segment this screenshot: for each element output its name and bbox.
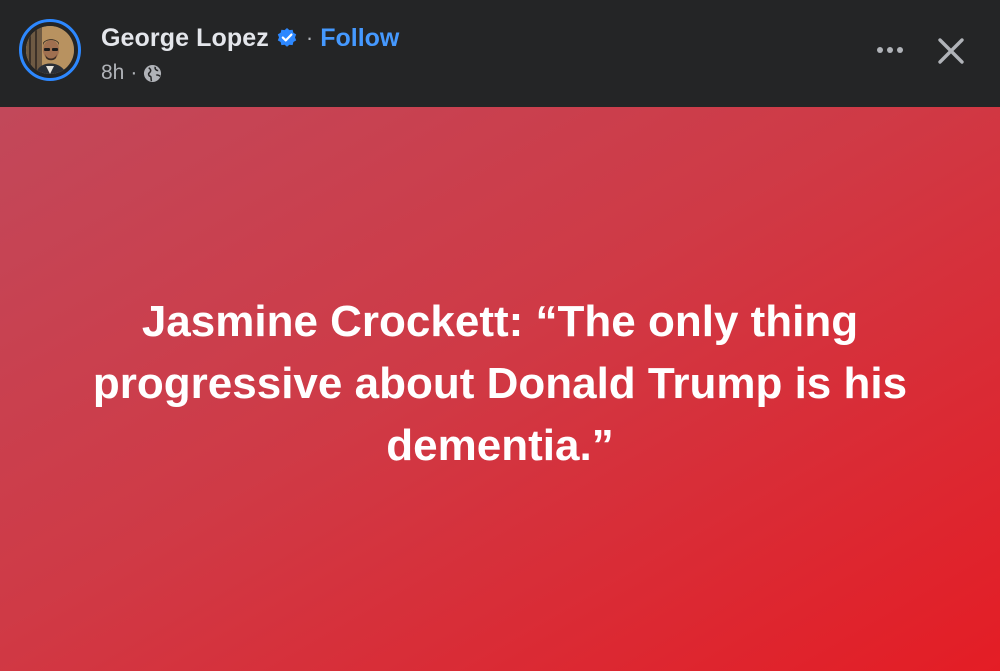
- author-avatar-ring[interactable]: [19, 19, 81, 81]
- post-text: Jasmine Crockett: “The only thing progre…: [92, 297, 908, 470]
- close-button[interactable]: [930, 30, 972, 72]
- avatar[interactable]: [26, 26, 74, 74]
- header-separator: ·: [305, 25, 314, 50]
- more-options-button[interactable]: [868, 32, 912, 68]
- author-name[interactable]: George Lopez: [101, 24, 269, 53]
- close-icon: [938, 38, 964, 64]
- post-meta: 8h ·: [101, 60, 162, 86]
- post-content: Jasmine Crockett: “The only thing progre…: [0, 107, 1000, 671]
- verified-badge-icon: [276, 27, 298, 49]
- author-row: George Lopez · Follow: [101, 22, 399, 54]
- meta-separator: ·: [130, 61, 138, 84]
- post-timestamp[interactable]: 8h: [101, 61, 124, 85]
- post-viewer: George Lopez · Follow 8h · Jasmine Crock…: [0, 0, 1000, 671]
- avatar-image: [26, 26, 74, 74]
- follow-button[interactable]: Follow: [320, 24, 399, 53]
- globe-icon[interactable]: [143, 64, 162, 83]
- post-header: George Lopez · Follow 8h ·: [0, 0, 1000, 107]
- more-options-icon: [877, 47, 903, 53]
